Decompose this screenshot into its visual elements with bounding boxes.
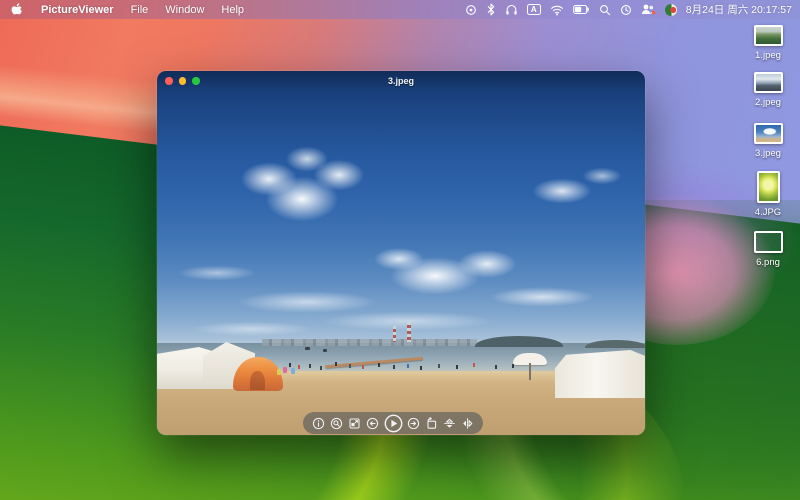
- flip-horizontal-icon: [461, 417, 474, 430]
- flip-horizontal-button[interactable]: [461, 417, 474, 430]
- desktop-icon-label: 3.jpeg: [755, 148, 781, 159]
- photo-ship: [323, 349, 327, 352]
- photo-beach-scene: [157, 71, 645, 435]
- headphones-icon: [505, 3, 518, 16]
- previous-button[interactable]: [366, 417, 379, 430]
- wifi-icon: [550, 4, 564, 16]
- actual-size-icon: [348, 417, 361, 430]
- battery-icon: [573, 4, 590, 15]
- info-icon: [312, 417, 325, 430]
- spotlight-menu-extra[interactable]: [599, 3, 611, 17]
- photo-ship: [305, 347, 310, 350]
- desktop-icon-6png[interactable]: 6.png: [736, 231, 800, 268]
- desktop-icon-3jpeg[interactable]: 3.jpeg: [736, 123, 800, 159]
- user-switch-menu-extra[interactable]: [641, 3, 656, 17]
- photo-hill: [585, 340, 645, 348]
- user-switch-icon: [641, 3, 656, 16]
- menu-window[interactable]: Window: [165, 4, 204, 16]
- desktop-icon-4jpg[interactable]: 4.JPG: [736, 171, 800, 218]
- bluetooth-menu-extra[interactable]: [486, 3, 496, 17]
- thumbnail-4jpg[interactable]: [757, 171, 780, 203]
- search-icon: [599, 4, 611, 16]
- actual-size-button[interactable]: [348, 417, 361, 430]
- info-button[interactable]: [312, 417, 325, 430]
- battery-menu-extra[interactable]: [573, 3, 590, 17]
- photo-umbrella-pole: [529, 363, 531, 380]
- menu-bar: PictureViewer File Window Help A: [0, 0, 800, 19]
- desktop-icon-label: 1.jpeg: [755, 50, 781, 61]
- play-icon: [384, 414, 403, 433]
- play-slideshow-button[interactable]: [384, 414, 403, 433]
- next-button[interactable]: [407, 417, 420, 430]
- desktop-icon-2jpeg[interactable]: 2.jpeg: [736, 72, 800, 108]
- photo-city-skyline: [262, 339, 477, 346]
- flip-vertical-icon: [443, 417, 456, 430]
- desktop-icon-1jpeg[interactable]: 1.jpeg: [736, 25, 800, 61]
- flip-vertical-button[interactable]: [443, 417, 456, 430]
- thumbnail-6png[interactable]: [754, 231, 783, 253]
- desktop-icon-label: 2.jpeg: [755, 97, 781, 108]
- rotate-icon: [425, 417, 438, 430]
- input-source-menu-extra[interactable]: A: [527, 4, 541, 15]
- menu-bar-clock[interactable]: 8月24日 周六 20:17:57: [686, 2, 792, 17]
- photo-white-tent-right: [555, 350, 645, 398]
- clock-icon: [620, 4, 632, 16]
- window-titlebar[interactable]: 3.jpeg: [157, 71, 645, 91]
- next-arrow-icon: [407, 417, 420, 430]
- picture-viewer-window[interactable]: 3.jpeg: [157, 71, 645, 435]
- window-title: 3.jpeg: [157, 76, 645, 86]
- thumbnail-1jpeg[interactable]: [754, 25, 783, 46]
- thumbnail-2jpeg[interactable]: [754, 72, 783, 93]
- menu-app-name[interactable]: PictureViewer: [41, 4, 114, 16]
- record-circle-icon: [465, 4, 477, 16]
- clock-menu-extra[interactable]: [620, 3, 632, 17]
- menu-file[interactable]: File: [131, 4, 149, 16]
- bluetooth-icon: [486, 3, 496, 16]
- rotate-button[interactable]: [425, 417, 438, 430]
- menu-help[interactable]: Help: [221, 4, 244, 16]
- headphones-menu-extra[interactable]: [505, 3, 518, 17]
- photo-chimney: [407, 322, 411, 342]
- flag-menu-extra[interactable]: [665, 4, 677, 16]
- magnifier-icon: [330, 417, 343, 430]
- zoom-button[interactable]: [330, 417, 343, 430]
- viewer-toolbar: [303, 412, 483, 434]
- desktop-icon-label: 4.JPG: [755, 207, 781, 218]
- photo-chimney: [393, 326, 396, 342]
- desktop-icon-label: 6.png: [756, 257, 780, 268]
- apple-menu[interactable]: [11, 3, 24, 17]
- record-circle-menu-extra[interactable]: [465, 3, 477, 17]
- photo-orange-tent-door: [250, 371, 265, 390]
- photo-beach-items: [283, 367, 287, 373]
- thumbnail-3jpeg[interactable]: [754, 123, 783, 144]
- wifi-menu-extra[interactable]: [550, 3, 564, 17]
- apple-icon: [11, 3, 24, 17]
- previous-arrow-icon: [366, 417, 379, 430]
